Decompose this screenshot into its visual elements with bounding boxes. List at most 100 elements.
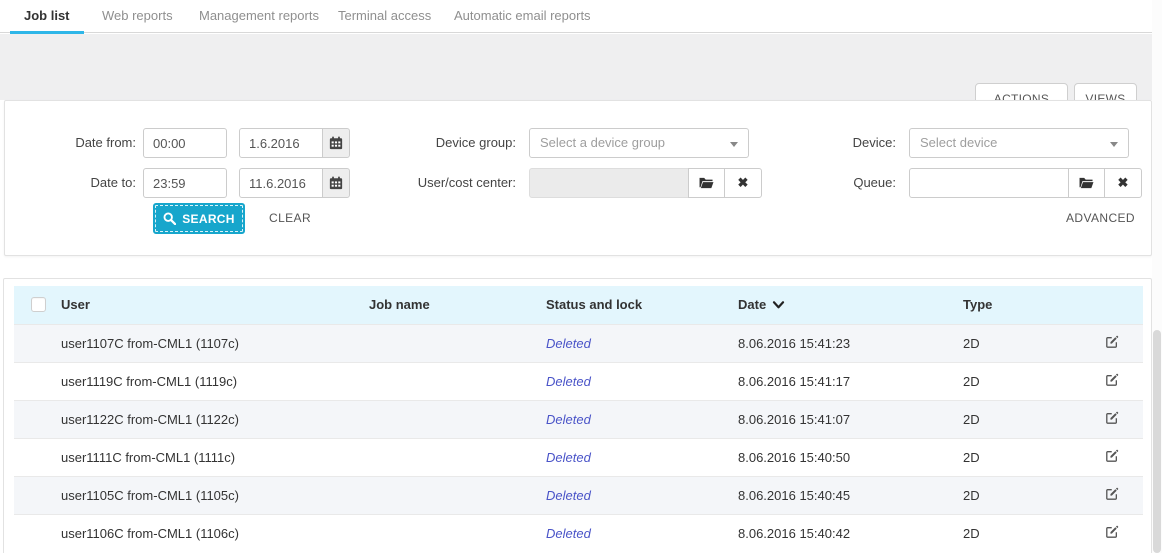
queue-clear-button[interactable]: ✖	[1104, 168, 1142, 198]
folder-open-icon	[699, 177, 714, 190]
user-cost-center-label: User/cost center:	[351, 168, 516, 198]
device-placeholder: Select device	[920, 135, 997, 150]
table-row[interactable]: user1122C from-CML1 (1122c) Deleted 8.06…	[14, 400, 1143, 438]
advanced-button[interactable]: ADVANCED	[1066, 203, 1135, 234]
select-all-checkbox[interactable]	[31, 297, 46, 312]
cell-date: 8.06.2016 15:40:50	[738, 438, 963, 476]
cell-job-name	[369, 476, 546, 514]
queue-label: Queue:	[751, 168, 896, 198]
cell-user: user1107C from-CML1 (1107c)	[61, 324, 369, 362]
date-to-label: Date to:	[21, 168, 136, 198]
sort-desc-icon	[772, 300, 785, 310]
device-group-label: Device group:	[351, 128, 516, 158]
date-from-date-group	[239, 128, 350, 158]
tab-management-reports[interactable]: Management reports	[185, 0, 333, 33]
date-from-calendar-button[interactable]	[322, 128, 350, 158]
job-list-page: Job list Web reports Management reports …	[0, 0, 1162, 553]
folder-open-icon	[1079, 177, 1094, 190]
cell-date: 8.06.2016 15:41:17	[738, 362, 963, 400]
date-from-label: Date from:	[21, 128, 136, 158]
close-icon: ✖	[738, 175, 749, 191]
cell-user: user1119C from-CML1 (1119c)	[61, 362, 369, 400]
search-icon	[163, 212, 176, 225]
table-row[interactable]: user1107C from-CML1 (1107c) Deleted 8.06…	[14, 324, 1143, 362]
user-cost-center-group: ✖	[529, 168, 762, 198]
status-link[interactable]: Deleted	[546, 526, 591, 541]
cell-user: user1122C from-CML1 (1122c)	[61, 400, 369, 438]
date-to-date-group	[239, 168, 350, 198]
cell-date: 8.06.2016 15:41:23	[738, 324, 963, 362]
user-cost-center-input[interactable]	[529, 168, 689, 198]
chevron-down-icon	[730, 142, 738, 147]
cell-user: user1111C from-CML1 (1111c)	[61, 438, 369, 476]
cell-type: 2D	[963, 324, 1101, 362]
device-select[interactable]: Select device	[909, 128, 1129, 158]
column-header-job-name[interactable]: Job name	[369, 286, 546, 324]
queue-browse-button[interactable]	[1068, 168, 1105, 198]
edit-icon[interactable]	[1105, 335, 1119, 352]
close-icon: ✖	[1118, 175, 1129, 191]
queue-input[interactable]	[909, 168, 1069, 198]
scrollbar-thumb[interactable]	[1153, 330, 1161, 553]
device-label: Device:	[751, 128, 896, 158]
column-header-date[interactable]: Date	[738, 286, 963, 324]
date-from-date-input[interactable]	[239, 128, 323, 158]
status-link[interactable]: Deleted	[546, 336, 591, 351]
filter-panel: Date from: Date to:	[4, 100, 1152, 256]
table-header-row: User Job name Status and lock Date Type	[14, 286, 1143, 324]
cell-job-name	[369, 324, 546, 362]
date-to-time-input[interactable]	[143, 168, 227, 198]
edit-icon[interactable]	[1105, 411, 1119, 428]
tab-terminal-access[interactable]: Terminal access	[324, 0, 445, 33]
column-header-user[interactable]: User	[61, 286, 369, 324]
scrollbar-track	[1152, 0, 1162, 553]
tab-automatic-email-reports[interactable]: Automatic email reports	[440, 0, 605, 33]
queue-group: ✖	[909, 168, 1142, 198]
toolbar-band: ACTIONS VIEWS	[0, 34, 1152, 100]
table-row[interactable]: user1111C from-CML1 (1111c) Deleted 8.06…	[14, 438, 1143, 476]
user-cost-center-browse-button[interactable]	[688, 168, 725, 198]
jobs-table: User Job name Status and lock Date Type …	[14, 286, 1143, 552]
search-button-label: SEARCH	[182, 212, 234, 226]
cell-job-name	[369, 438, 546, 476]
status-link[interactable]: Deleted	[546, 450, 591, 465]
device-group-placeholder: Select a device group	[540, 135, 665, 150]
date-to-date-input[interactable]	[239, 168, 323, 198]
tab-job-list[interactable]: Job list	[10, 0, 84, 33]
column-header-actions	[1101, 286, 1143, 324]
edit-icon[interactable]	[1105, 487, 1119, 504]
date-from-time-input[interactable]	[143, 128, 227, 158]
cell-user: user1105C from-CML1 (1105c)	[61, 476, 369, 514]
device-group-select[interactable]: Select a device group	[529, 128, 749, 158]
column-header-status[interactable]: Status and lock	[546, 286, 738, 324]
cell-date: 8.06.2016 15:40:42	[738, 514, 963, 552]
table-row[interactable]: user1119C from-CML1 (1119c) Deleted 8.06…	[14, 362, 1143, 400]
table-row[interactable]: user1106C from-CML1 (1106c) Deleted 8.06…	[14, 514, 1143, 552]
chevron-down-icon	[1110, 142, 1118, 147]
cell-type: 2D	[963, 514, 1101, 552]
date-to-calendar-button[interactable]	[322, 168, 350, 198]
cell-type: 2D	[963, 476, 1101, 514]
search-button[interactable]: SEARCH	[153, 203, 245, 234]
edit-icon[interactable]	[1105, 449, 1119, 466]
status-link[interactable]: Deleted	[546, 374, 591, 389]
cell-user: user1106C from-CML1 (1106c)	[61, 514, 369, 552]
cell-type: 2D	[963, 438, 1101, 476]
status-link[interactable]: Deleted	[546, 412, 591, 427]
jobs-table-panel: User Job name Status and lock Date Type …	[3, 278, 1152, 553]
clear-button[interactable]: CLEAR	[269, 203, 311, 234]
cell-job-name	[369, 514, 546, 552]
cell-date: 8.06.2016 15:40:45	[738, 476, 963, 514]
column-header-type[interactable]: Type	[963, 286, 1101, 324]
table-row[interactable]: user1105C from-CML1 (1105c) Deleted 8.06…	[14, 476, 1143, 514]
edit-icon[interactable]	[1105, 525, 1119, 542]
status-link[interactable]: Deleted	[546, 488, 591, 503]
cell-type: 2D	[963, 400, 1101, 438]
cell-job-name	[369, 400, 546, 438]
cell-date: 8.06.2016 15:41:07	[738, 400, 963, 438]
edit-icon[interactable]	[1105, 373, 1119, 390]
tab-web-reports[interactable]: Web reports	[88, 0, 187, 33]
cell-job-name	[369, 362, 546, 400]
calendar-icon	[329, 136, 343, 150]
cell-type: 2D	[963, 362, 1101, 400]
